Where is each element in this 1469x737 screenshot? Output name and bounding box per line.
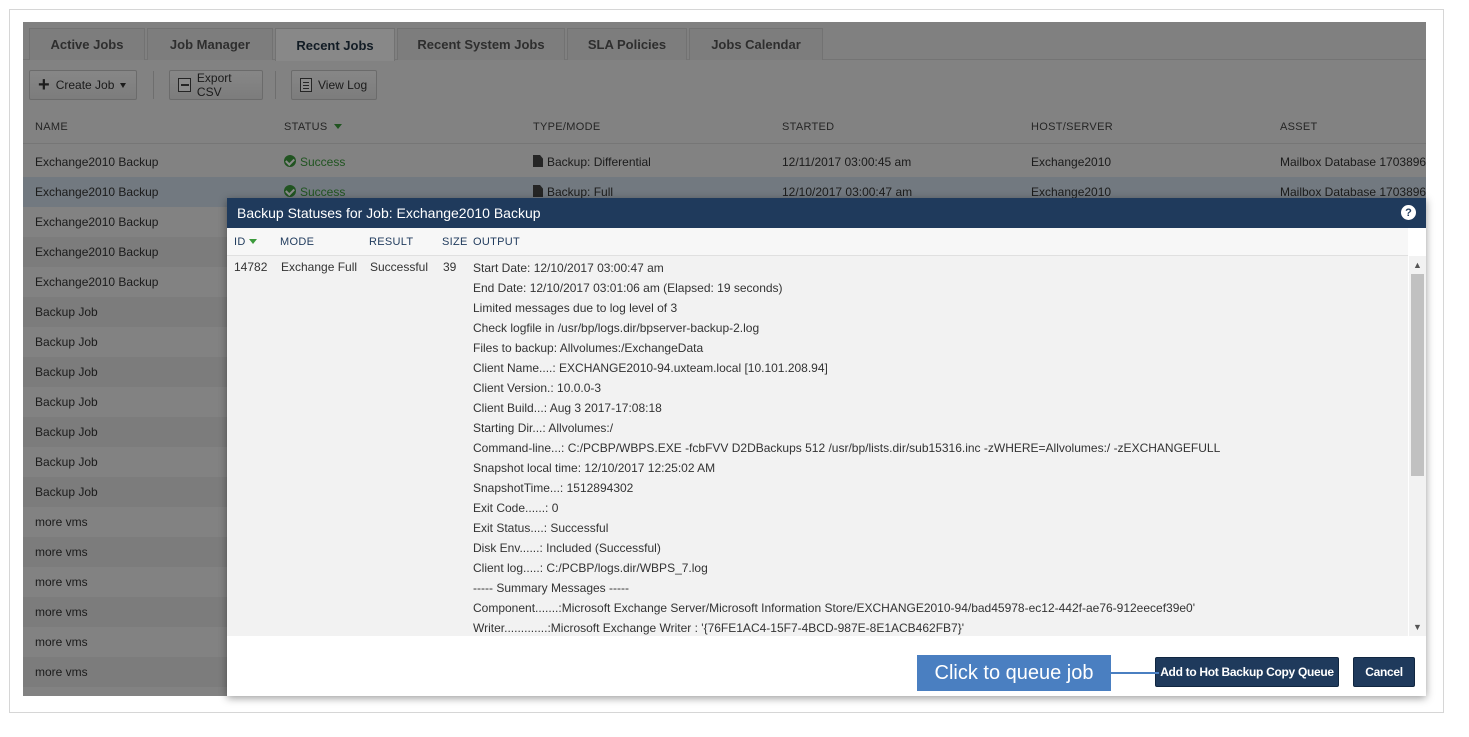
output-line: Client Name....: EXCHANGE2010-94.uxteam.… — [473, 361, 828, 375]
dialog-footer: Add to Hot Backup Copy Queue Cancel — [227, 636, 1426, 696]
col-size[interactable]: SIZE — [442, 236, 468, 248]
output-line: Client log.....: C:/PCBP/logs.dir/WBPS_7… — [473, 561, 708, 575]
status-mode: Exchange Full — [281, 260, 358, 274]
output-line: Client Build...: Aug 3 2017-17:08:18 — [473, 401, 662, 415]
scroll-down-icon[interactable]: ▼ — [1409, 620, 1426, 634]
status-id: 14782 — [234, 260, 268, 274]
output-line: Exit Code......: 0 — [473, 501, 559, 515]
status-size: 39 — [443, 260, 457, 274]
sort-desc-icon — [248, 239, 257, 244]
output-line: SnapshotTime...: 1512894302 — [473, 481, 634, 495]
output-line: ----- Summary Messages ----- — [473, 581, 629, 595]
scroll-thumb[interactable] — [1411, 274, 1424, 476]
output-line: Limited messages due to log level of 3 — [473, 301, 678, 315]
output-line: Check logfile in /usr/bp/logs.dir/bpserv… — [473, 321, 760, 335]
status-output: Start Date: 12/10/2017 03:00:47 am End D… — [473, 260, 1403, 640]
output-line: Snapshot local time: 12/10/2017 12:25:02… — [473, 461, 716, 475]
status-table-header: ID MODE RESULT SIZE OUTPUT — [227, 228, 1408, 256]
output-line: Command-line...: C:/PCBP/WBPS.EXE -fcbFV… — [473, 441, 1221, 455]
output-line: Files to backup: Allvolumes:/ExchangeDat… — [473, 341, 704, 355]
dialog-title-bar: Backup Statuses for Job: Exchange2010 Ba… — [227, 198, 1426, 228]
col-mode[interactable]: MODE — [280, 236, 314, 248]
output-line: Client Version.: 10.0.0-3 — [473, 381, 602, 395]
help-icon[interactable]: ? — [1401, 205, 1416, 220]
col-id[interactable]: ID — [234, 236, 257, 248]
backup-status-dialog: Backup Statuses for Job: Exchange2010 Ba… — [227, 198, 1426, 696]
scroll-up-icon[interactable]: ▲ — [1409, 258, 1426, 272]
col-result[interactable]: RESULT — [369, 236, 413, 248]
dialog-title: Backup Statuses for Job: Exchange2010 Ba… — [237, 205, 541, 221]
output-scrollbar[interactable]: ▲ ▼ — [1409, 256, 1426, 636]
output-line: Starting Dir...: Allvolumes:/ — [473, 421, 614, 435]
callout-label: Click to queue job — [917, 655, 1111, 691]
col-id-label: ID — [234, 236, 246, 248]
output-line: Disk Env......: Included (Successful) — [473, 541, 661, 555]
output-line: Component.......:Microsoft Exchange Serv… — [473, 601, 1196, 615]
dialog-body: ID MODE RESULT SIZE OUTPUT 14782 Exchang… — [227, 228, 1408, 636]
output-line: Start Date: 12/10/2017 03:00:47 am — [473, 261, 664, 275]
status-result: Successful — [370, 260, 429, 274]
output-line: End Date: 12/10/2017 03:01:06 am (Elapse… — [473, 281, 783, 295]
callout-connector — [1111, 672, 1159, 674]
output-line: Exit Status....: Successful — [473, 521, 609, 535]
add-to-hot-backup-queue-button[interactable]: Add to Hot Backup Copy Queue — [1155, 657, 1339, 687]
cancel-button[interactable]: Cancel — [1353, 657, 1415, 687]
col-output[interactable]: OUTPUT — [473, 236, 520, 248]
